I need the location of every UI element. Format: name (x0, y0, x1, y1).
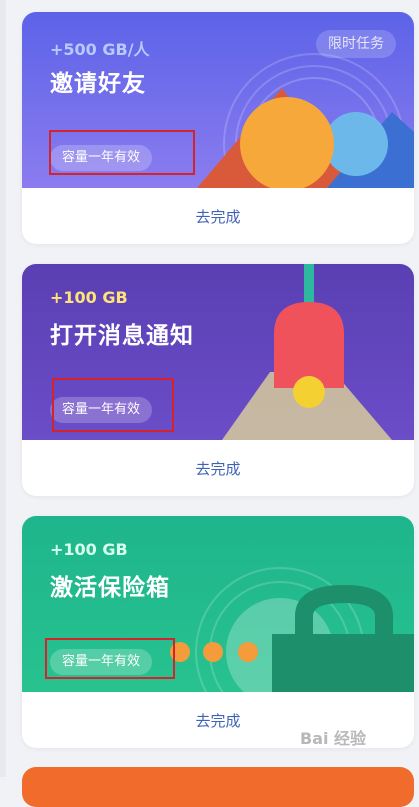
highlight-box (45, 638, 175, 679)
highlight-box (52, 378, 174, 432)
complete-button[interactable]: 去完成 (22, 440, 414, 496)
task-title: 邀请好友 (50, 71, 146, 97)
watermark: Bai 经验 (300, 729, 367, 748)
complete-button[interactable]: 去完成 (22, 188, 414, 244)
next-task-card (22, 767, 414, 807)
task-card-safe: +100 GB 激活保险箱 容量一年有效 去完成 (22, 516, 414, 748)
task-title: 打开消息通知 (50, 323, 194, 349)
reward-amount: +100 GB (50, 540, 128, 559)
limited-time-tag: 限时任务 (316, 30, 396, 58)
task-title: 激活保险箱 (50, 575, 170, 601)
reward-amount: +100 GB (50, 288, 128, 307)
task-card-invite: +500 GB/人 邀请好友 容量一年有效 限时任务 去完成 (22, 12, 414, 244)
reward-amount: +500 GB/人 (50, 40, 150, 59)
page-edge (0, 0, 6, 777)
highlight-box (49, 130, 195, 175)
